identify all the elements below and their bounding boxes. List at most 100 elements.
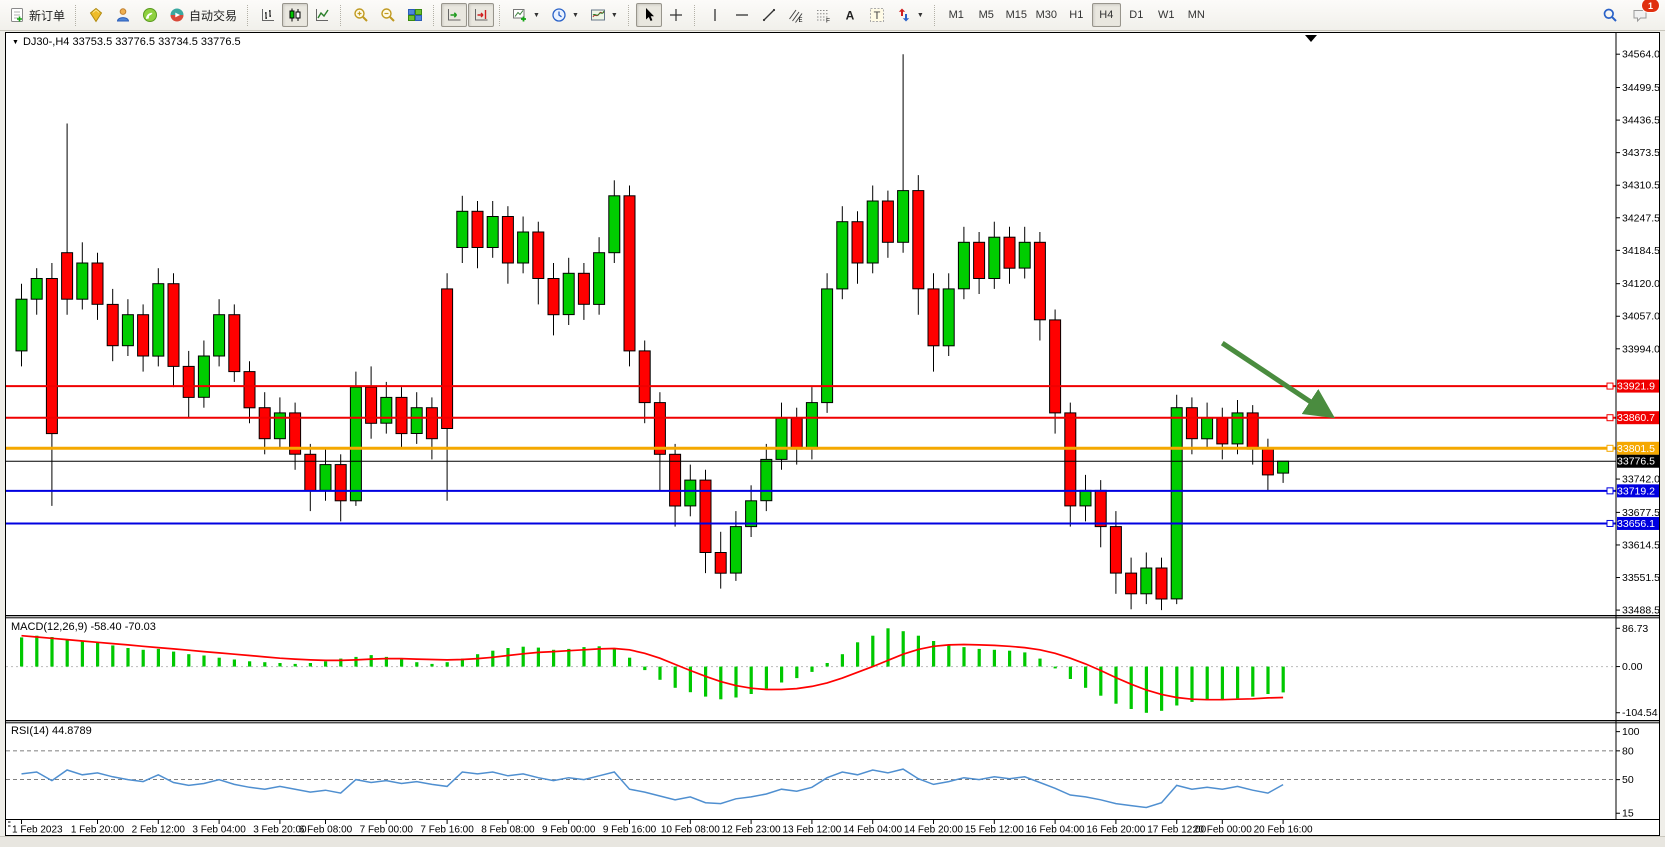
vertical-line-tool-button[interactable] (702, 3, 728, 27)
svg-text:86.73: 86.73 (1622, 623, 1648, 635)
toolbar-right-group: 1 (1597, 3, 1661, 27)
text-tool-button[interactable]: A (837, 3, 863, 27)
svg-text:2 Feb 12:00: 2 Feb 12:00 (132, 825, 186, 836)
timeframe-m5-button[interactable]: M5 (972, 3, 1001, 27)
text-icon: A (842, 7, 858, 23)
timeframe-w1-button[interactable]: W1 (1152, 3, 1181, 27)
svg-text:33742.0: 33742.0 (1622, 474, 1659, 486)
timeframe-mn-button[interactable]: MN (1182, 3, 1211, 27)
svg-text:80: 80 (1622, 745, 1634, 757)
svg-text:33921.9: 33921.9 (1617, 381, 1655, 393)
horizontal-line-tool-button[interactable] (729, 3, 755, 27)
toolbar-separator (694, 5, 697, 26)
bar-chart-icon (260, 7, 276, 23)
chart-canvas[interactable]: 34564.034499.534436.534373.534310.534247… (6, 33, 1659, 835)
svg-text:34373.5: 34373.5 (1622, 147, 1659, 159)
zoom-in-button[interactable] (348, 3, 374, 27)
crosshair-icon (668, 7, 684, 23)
timeframe-h1-button[interactable]: H1 (1062, 3, 1091, 27)
chart-shift-button[interactable] (468, 3, 494, 27)
svg-text:14 Feb 20:00: 14 Feb 20:00 (904, 825, 963, 836)
auto-scroll-button[interactable] (441, 3, 467, 27)
svg-text:14 Feb 04:00: 14 Feb 04:00 (843, 825, 902, 836)
autotrade-label: 自动交易 (189, 7, 237, 24)
cursor-icon (641, 7, 657, 23)
tile-windows-button[interactable] (402, 3, 428, 27)
macd-indicator-label: MACD(12,26,9) -58.40 -70.03 (11, 621, 156, 633)
cursor-tool-button[interactable] (636, 3, 662, 27)
fibonacci-tool-button[interactable]: F (810, 3, 836, 27)
vertical-line-icon (707, 7, 723, 23)
trend-arrow-annotation[interactable] (1222, 343, 1328, 414)
chevron-down-icon: ▼ (917, 12, 924, 19)
zoom-in-icon (353, 7, 369, 23)
chart-shift-icon (473, 7, 489, 23)
svg-text:20 Feb 16:00: 20 Feb 16:00 (1254, 825, 1313, 836)
svg-text:34564.0: 34564.0 (1622, 49, 1659, 61)
trendline-tool-button[interactable] (756, 3, 782, 27)
new-order-button[interactable]: 新订单 (4, 3, 70, 27)
equidistant-channel-tool-button[interactable]: E (783, 3, 809, 27)
svg-text:34247.5: 34247.5 (1622, 212, 1659, 224)
auto-scroll-icon (446, 7, 462, 23)
svg-text:9 Feb 00:00: 9 Feb 00:00 (542, 825, 596, 836)
chart-shift-marker[interactable] (1305, 35, 1317, 42)
svg-text:9 Feb 16:00: 9 Feb 16:00 (603, 825, 657, 836)
chevron-down-icon: ▼ (611, 12, 618, 19)
svg-text:33614.5: 33614.5 (1622, 539, 1659, 551)
timeframe-group: M1M5M15M30H1H4D1W1MN (942, 3, 1211, 27)
chevron-down-icon: ▼ (533, 12, 540, 19)
crosshair-tool-button[interactable] (663, 3, 689, 27)
notification-badge[interactable]: 1 (1641, 0, 1660, 13)
svg-text:12 Feb 23:00: 12 Feb 23:00 (722, 825, 781, 836)
svg-text:34499.5: 34499.5 (1622, 82, 1659, 94)
svg-text:33801.5: 33801.5 (1617, 443, 1655, 455)
tile-windows-icon (407, 7, 423, 23)
bar-chart-mode-button[interactable] (255, 3, 281, 27)
time-axis: 1 Feb 20231 Feb 20:002 Feb 12:003 Feb 04… (8, 820, 1313, 835)
profiles-button[interactable] (110, 3, 136, 27)
new-chart-dropdown[interactable]: ▼ (507, 3, 545, 27)
line-chart-mode-button[interactable] (309, 3, 335, 27)
svg-text:34120.0: 34120.0 (1622, 278, 1659, 290)
svg-text:6 Feb 08:00: 6 Feb 08:00 (299, 825, 353, 836)
timeframe-m30-button[interactable]: M30 (1032, 3, 1061, 27)
candlestick-icon (287, 7, 303, 23)
toolbar-separator (247, 5, 250, 26)
candlestick-mode-button[interactable] (282, 3, 308, 27)
profile-icon (115, 7, 131, 23)
timeframe-h4-button[interactable]: H4 (1092, 3, 1121, 27)
timeframe-m1-button[interactable]: M1 (942, 3, 971, 27)
symbol-dropdown-icon[interactable]: ▼ (12, 39, 19, 46)
horizontal-line-icon (734, 7, 750, 23)
svg-text:8 Feb 08:00: 8 Feb 08:00 (481, 825, 535, 836)
svg-text:100: 100 (1622, 726, 1640, 738)
signals-button[interactable] (137, 3, 163, 27)
chevron-down-icon: ▼ (572, 12, 579, 19)
chart-title: DJ30-,H4 33753.5 33776.5 33734.5 33776.5 (23, 36, 241, 48)
periods-dropdown[interactable]: ▼ (546, 3, 584, 27)
svg-text:10 Feb 08:00: 10 Feb 08:00 (661, 825, 720, 836)
price-axis: 34564.034499.534436.534373.534310.534247… (1616, 49, 1659, 820)
charts-gallery-button[interactable] (83, 3, 109, 27)
line-chart-icon (314, 7, 330, 23)
text-label-tool-button[interactable]: T (864, 3, 890, 27)
text-label-icon: T (869, 7, 885, 23)
zoom-out-button[interactable] (375, 3, 401, 27)
timeframe-d1-button[interactable]: D1 (1122, 3, 1151, 27)
autotrade-button[interactable]: 自动交易 (164, 3, 242, 27)
svg-text:E: E (798, 18, 802, 23)
chart-window[interactable]: 34564.034499.534436.534373.534310.534247… (5, 32, 1660, 836)
svg-text:7 Feb 00:00: 7 Feb 00:00 (360, 825, 414, 836)
toolbar-separator (934, 5, 937, 26)
new-order-label: 新订单 (29, 7, 65, 24)
templates-dropdown[interactable]: ▼ (585, 3, 623, 27)
equidistant-channel-icon: E (788, 7, 804, 23)
svg-text:-104.54: -104.54 (1622, 707, 1658, 719)
arrows-dropdown[interactable]: ▼ (891, 3, 929, 27)
autotrade-icon (169, 7, 185, 23)
svg-text:34310.5: 34310.5 (1622, 180, 1659, 192)
timeframe-m15-button[interactable]: M15 (1002, 3, 1031, 27)
search-button[interactable] (1597, 3, 1623, 27)
chart-template-icon (590, 7, 606, 23)
